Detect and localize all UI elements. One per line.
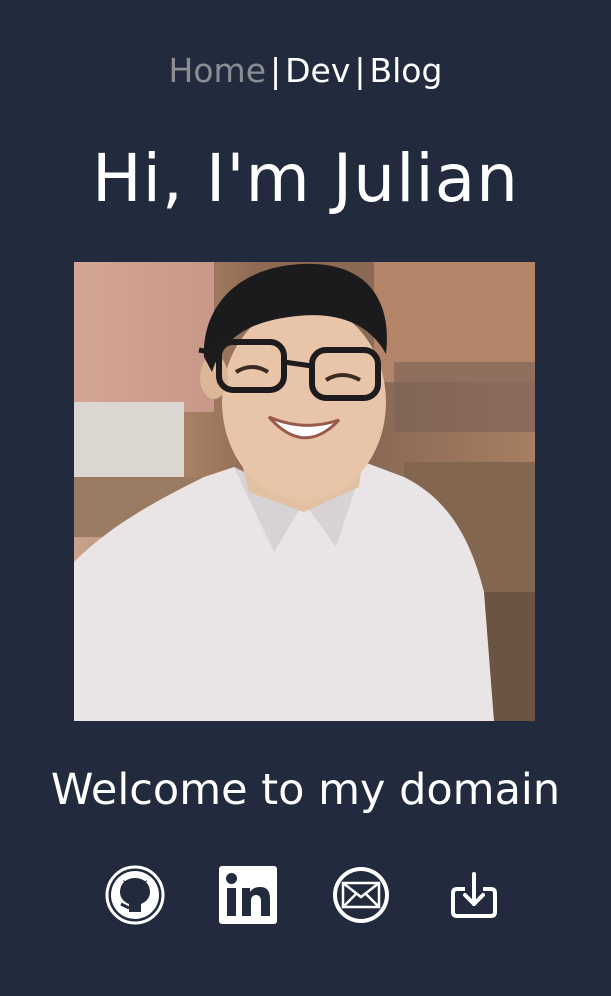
- download-link[interactable]: [443, 864, 505, 926]
- github-link[interactable]: [104, 864, 166, 926]
- nav-dev-link[interactable]: Dev: [285, 51, 350, 90]
- email-icon: [333, 867, 389, 923]
- download-icon: [451, 872, 497, 918]
- nav-separator: |: [354, 51, 366, 90]
- github-icon: [105, 865, 165, 925]
- nav-separator: |: [270, 51, 282, 90]
- linkedin-link[interactable]: [217, 864, 279, 926]
- nav-blog-link[interactable]: Blog: [370, 51, 443, 90]
- page-title: Hi, I'm Julian: [91, 140, 520, 217]
- linkedin-icon: [219, 866, 277, 924]
- top-nav: Home | Dev | Blog: [0, 48, 611, 94]
- profile-photo: [74, 262, 535, 721]
- email-link[interactable]: [330, 864, 392, 926]
- nav-home-link[interactable]: Home: [169, 51, 266, 90]
- welcome-heading: Welcome to my domain: [50, 765, 561, 815]
- social-links: [0, 864, 611, 926]
